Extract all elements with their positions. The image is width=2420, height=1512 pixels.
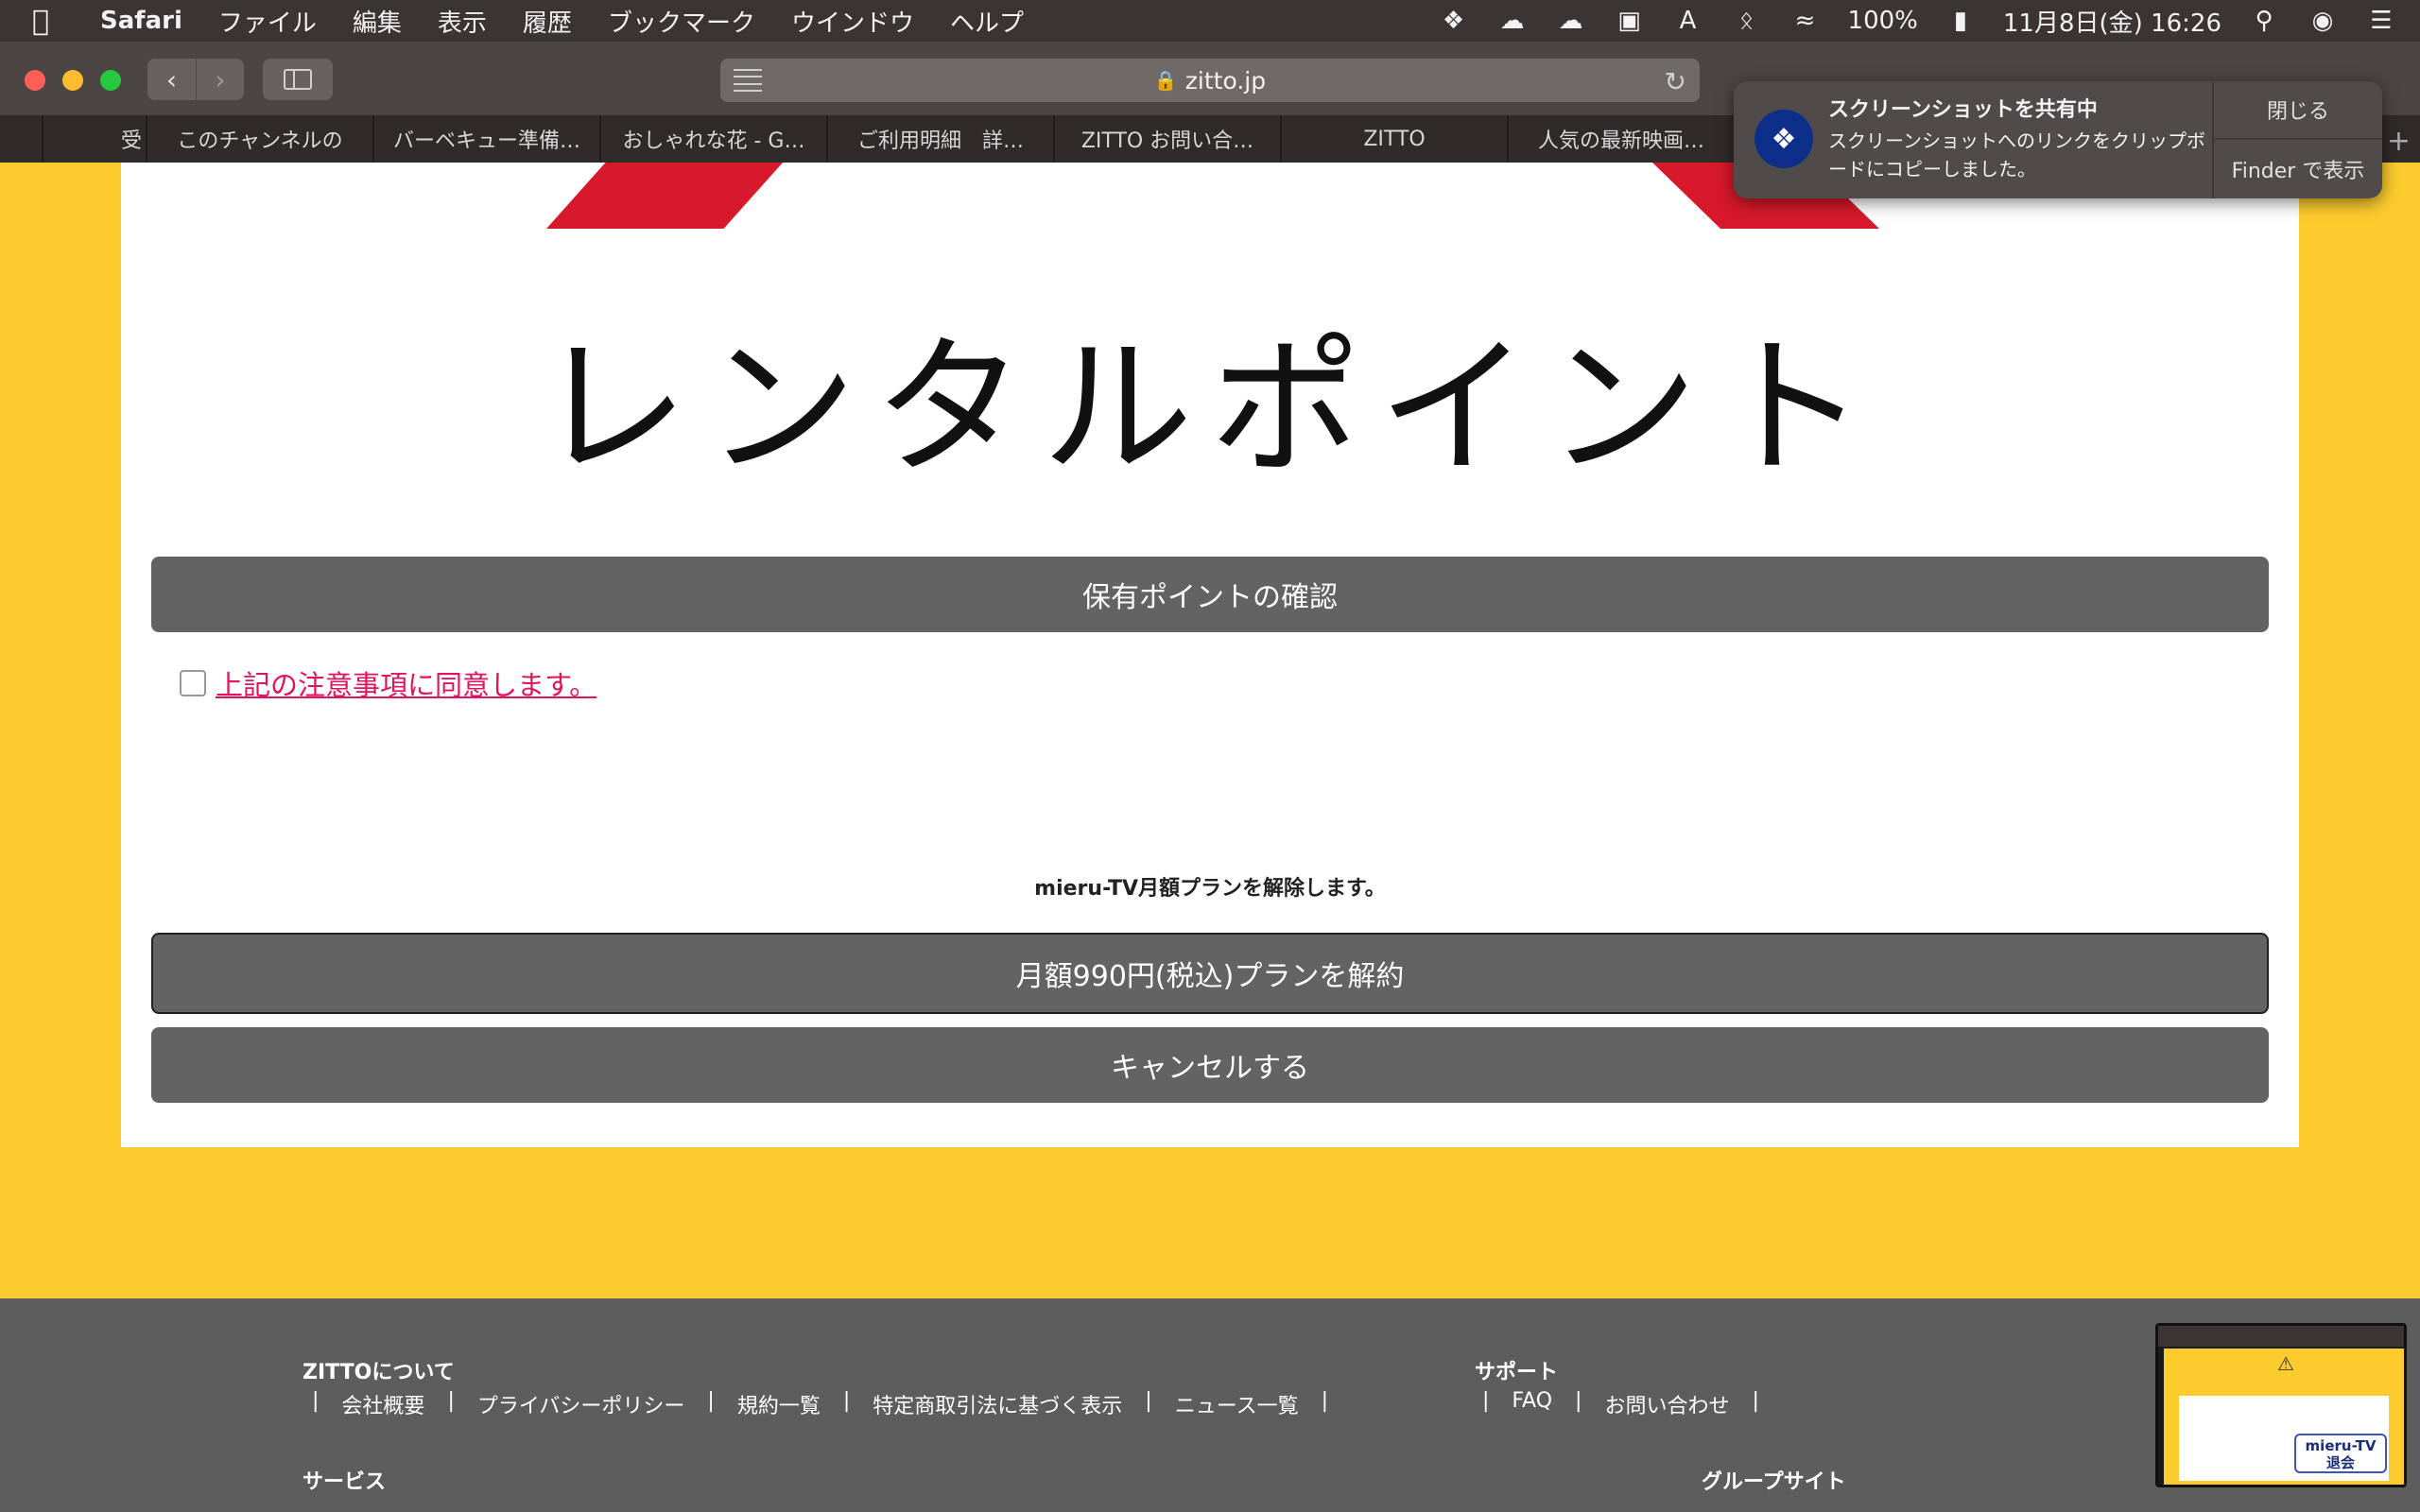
footer-support-links: | FAQ | お問い合わせ | [1482, 1389, 1782, 1419]
footer-separator: | [707, 1389, 715, 1413]
menu-view[interactable]: 表示 [438, 4, 487, 39]
back-button[interactable]: ‹ [147, 59, 196, 100]
battery-percent[interactable]: 100% [1848, 7, 1918, 35]
tab-channel[interactable]: このチャンネルの [147, 115, 374, 163]
screenshot-thumbnail[interactable]: ⚠ mieru-TV 退会 [2155, 1323, 2407, 1487]
tab-pinned[interactable]: 受 [43, 115, 147, 163]
cloud-upload-icon[interactable]: ☁ [1555, 7, 1587, 35]
battery-icon[interactable]: ▮ [1945, 7, 1977, 35]
footer-separator: | [1321, 1389, 1329, 1413]
thumbnail-page: ⚠ mieru-TV 退会 [2164, 1349, 2404, 1485]
close-window-button[interactable] [25, 70, 45, 91]
footer-separator: | [1575, 1389, 1582, 1413]
reload-icon[interactable]: ↻ [1665, 66, 1686, 97]
dropbox-notification: ❖ スクリーンショットを共有中 スクリーンショットへのリンクをクリップボードにコ… [1734, 81, 2382, 198]
menu-file[interactable]: ファイル [218, 4, 317, 39]
footer-separator: | [1145, 1389, 1152, 1413]
content-card: レンタルポイント 保有ポイントの確認 上記の注意事項に同意します。 mieru-… [121, 163, 2299, 1147]
thumbnail-badge: mieru-TV 退会 [2294, 1434, 2387, 1473]
footer-separator: | [1482, 1389, 1490, 1413]
notification-center-icon[interactable]: ☰ [2365, 7, 2397, 35]
footer-about-title: ZITTOについて [302, 1361, 455, 1384]
menu-app-name[interactable]: Safari [100, 7, 182, 35]
history-navigation: ‹ › [147, 59, 244, 100]
plan-cancel-note: mieru-TV月額プランを解除します。 [1034, 877, 1386, 901]
footer-link-contact[interactable]: お問い合わせ [1604, 1389, 1729, 1419]
footer-group-title: グループサイト [1702, 1470, 1846, 1494]
apple-icon[interactable]:  [32, 5, 79, 38]
menu-history[interactable]: 履歴 [523, 4, 572, 39]
creative-cloud-icon[interactable]: ☁ [1496, 7, 1529, 35]
footer-separator: | [447, 1389, 455, 1413]
page-title: レンタルポイント [536, 319, 1883, 496]
site-footer: ZITTOについて | 会社概要 | プライバシーポリシー | 規約一覧 | 特… [0, 1298, 2420, 1512]
menu-window[interactable]: ウインドウ [791, 4, 914, 39]
sidebar-toggle-button[interactable] [263, 59, 333, 100]
footer-separator: | [312, 1389, 320, 1413]
siri-icon[interactable]: ◉ [2307, 7, 2339, 35]
address-bar[interactable]: 🔒 zitto.jp ↻ [720, 59, 1700, 102]
thumbnail-badge-title: mieru-TV [2305, 1437, 2377, 1454]
cancel-button[interactable]: キャンセルする [151, 1027, 2269, 1103]
new-tab-icon[interactable]: + [2387, 125, 2411, 158]
dropbox-logo-icon: ❖ [1754, 110, 1813, 168]
notification-finder-button[interactable]: Finder で表示 [2214, 140, 2382, 198]
notification-close-button[interactable]: 閉じる [2214, 81, 2382, 140]
agree-link[interactable]: 上記の注意事項に同意します。 [216, 663, 596, 703]
menu-help[interactable]: ヘルプ [950, 4, 1024, 39]
footer-link-commerce-law[interactable]: 特定商取引法に基づく表示 [873, 1389, 1122, 1419]
cancel-plan-button[interactable]: 月額990円(税込)プランを解約 [151, 933, 2269, 1014]
tab-movies[interactable]: 人気の最新映画… [1509, 115, 1736, 163]
tab-statement[interactable]: ご利用明細 詳… [828, 115, 1055, 163]
notification-title: スクリーンショットを共有中 [1828, 98, 2098, 122]
agree-checkbox[interactable] [180, 670, 206, 696]
clock[interactable]: 11月8日(金) 16:26 [2003, 4, 2221, 39]
zoom-window-button[interactable] [100, 70, 121, 91]
macos-menu-bar:  Safari ファイル 編集 表示 履歴 ブックマーク ウインドウ ヘルプ … [0, 0, 2420, 42]
dropbox-icon[interactable]: ❖ [1438, 7, 1470, 35]
screenshot-tool-icon[interactable]: ▣ [1614, 7, 1646, 35]
spotlight-search-icon[interactable]: ⚲ [2248, 7, 2280, 35]
decorative-stripe-left [546, 163, 783, 229]
thumbnail-toolbar [2158, 1326, 2404, 1347]
footer-link-faq[interactable]: FAQ [1512, 1389, 1552, 1419]
footer-link-news[interactable]: ニュース一覧 [1175, 1389, 1299, 1419]
notification-body: スクリーンショットへのリンクをクリップボードにコピーしました。 [1828, 129, 2205, 180]
tab-zitto-inquiry[interactable]: ZITTO お問い合… [1055, 115, 1282, 163]
menu-bookmarks[interactable]: ブックマーク [608, 4, 755, 39]
input-method-icon[interactable]: A [1672, 7, 1704, 35]
tab-label: 受 [120, 129, 142, 153]
menu-edit[interactable]: 編集 [353, 4, 402, 39]
url-text: zitto.jp [1184, 66, 1267, 94]
tab-flowers[interactable]: おしゃれな花 - G… [601, 115, 828, 163]
check-points-button[interactable]: 保有ポイントの確認 [151, 557, 2269, 632]
lock-icon: 🔒 [1153, 69, 1178, 92]
footer-support-title: サポート [1475, 1361, 1559, 1384]
agree-row: 上記の注意事項に同意します。 [180, 663, 596, 703]
footer-about-links: | 会社概要 | プライバシーポリシー | 規約一覧 | 特定商取引法に基づく表… [312, 1389, 1351, 1419]
footer-link-company[interactable]: 会社概要 [341, 1389, 424, 1419]
warning-icon: ⚠ [2277, 1352, 2294, 1375]
tab-bbq[interactable]: バーベキュー準備… [374, 115, 601, 163]
footer-separator: | [1752, 1389, 1759, 1413]
footer-service-title: サービス [302, 1470, 387, 1494]
reader-view-icon[interactable] [734, 69, 762, 92]
footer-link-terms[interactable]: 規約一覧 [737, 1389, 821, 1419]
footer-link-privacy[interactable]: プライバシーポリシー [477, 1389, 685, 1419]
minimize-window-button[interactable] [62, 70, 83, 91]
tab-blank[interactable] [0, 115, 43, 163]
forward-button[interactable]: › [196, 59, 244, 100]
bluetooth-icon[interactable]: ᛟ [1731, 7, 1763, 35]
footer-separator: | [842, 1389, 851, 1413]
sidebar-icon [284, 69, 312, 90]
thumbnail-badge-subtitle: 退会 [2325, 1454, 2355, 1471]
status-tray: ❖ ☁ ☁ ▣ A ᛟ ≈ 100% ▮ 11月8日(金) 16:26 ⚲ ◉ … [1438, 0, 2397, 42]
notification-actions: 閉じる Finder で表示 [2212, 81, 2382, 198]
wifi-icon[interactable]: ≈ [1789, 7, 1822, 35]
thumbnail-card: mieru-TV 退会 [2179, 1396, 2389, 1481]
tab-zitto[interactable]: ZITTO [1282, 115, 1509, 163]
